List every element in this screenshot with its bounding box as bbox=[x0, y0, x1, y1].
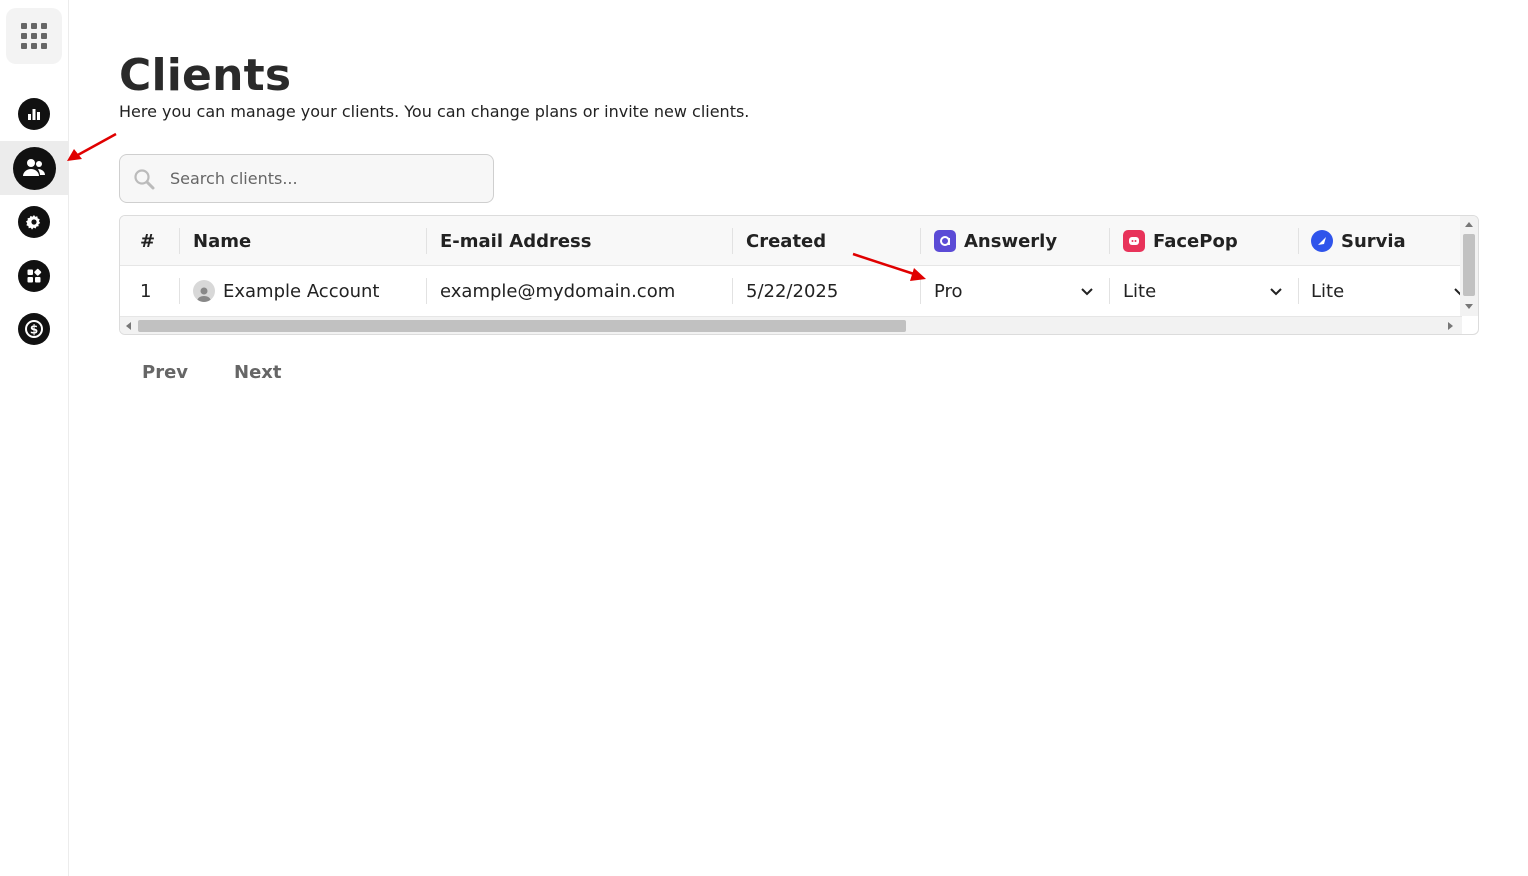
survia-plan-select[interactable]: Lite bbox=[1311, 266, 1466, 316]
answerly-label: Answerly bbox=[964, 230, 1058, 252]
facepop-plan-value: Lite bbox=[1123, 280, 1157, 302]
sidebar: $ bbox=[0, 0, 69, 876]
header-index: # bbox=[140, 230, 156, 252]
annotation-arrow-sidebar bbox=[67, 132, 117, 161]
next-button[interactable]: Next bbox=[234, 362, 282, 383]
app-launcher-button[interactable] bbox=[6, 8, 62, 64]
header-email[interactable]: E-mail Address bbox=[440, 216, 592, 266]
widgets-icon bbox=[18, 260, 50, 292]
facepop-logo-icon bbox=[1123, 230, 1145, 252]
svg-text:$: $ bbox=[30, 323, 38, 337]
vertical-scroll-thumb[interactable] bbox=[1463, 234, 1475, 296]
client-email: example@mydomain.com bbox=[440, 280, 676, 302]
search-box[interactable] bbox=[119, 154, 494, 203]
page-title: Clients bbox=[119, 50, 292, 101]
clients-table: # Name E-mail Address Created Answerly F… bbox=[119, 215, 1479, 335]
header-facepop: FacePop bbox=[1123, 216, 1238, 266]
answerly-plan-value: Pro bbox=[934, 280, 963, 302]
avatar bbox=[193, 280, 215, 302]
gear-icon bbox=[18, 206, 50, 238]
facepop-plan-select[interactable]: Lite bbox=[1123, 266, 1283, 316]
sidebar-item-apps[interactable] bbox=[0, 249, 68, 303]
survia-logo-icon bbox=[1311, 230, 1333, 252]
facepop-label: FacePop bbox=[1153, 230, 1238, 252]
vertical-scrollbar[interactable] bbox=[1460, 216, 1478, 316]
client-name: Example Account bbox=[223, 280, 380, 302]
answerly-logo-icon bbox=[934, 230, 956, 252]
sidebar-item-clients[interactable] bbox=[0, 141, 68, 195]
prev-button[interactable]: Prev bbox=[142, 362, 188, 383]
users-icon bbox=[12, 146, 56, 190]
pagination: Prev Next bbox=[142, 362, 282, 383]
header-answerly: Answerly bbox=[934, 216, 1057, 266]
bar-chart-icon bbox=[18, 98, 50, 130]
client-created: 5/22/2025 bbox=[746, 280, 839, 302]
dollar-icon: $ bbox=[18, 313, 50, 345]
grid-icon bbox=[21, 23, 47, 49]
header-survia: Survia bbox=[1311, 216, 1406, 266]
sidebar-item-settings[interactable] bbox=[0, 195, 68, 249]
horizontal-scroll-thumb[interactable] bbox=[138, 320, 906, 332]
table-header: # Name E-mail Address Created Answerly F… bbox=[120, 216, 1462, 266]
survia-label: Survia bbox=[1341, 230, 1406, 252]
answerly-plan-select[interactable]: Pro bbox=[934, 266, 1094, 316]
search-icon bbox=[134, 168, 155, 189]
header-created[interactable]: Created bbox=[746, 216, 826, 266]
table-row: 1 Example Account example@mydomain.com 5… bbox=[120, 266, 1466, 316]
chevron-down-icon bbox=[1270, 288, 1282, 296]
chevron-down-icon bbox=[1081, 288, 1093, 296]
sidebar-item-billing[interactable]: $ bbox=[0, 302, 68, 356]
survia-plan-value: Lite bbox=[1311, 280, 1345, 302]
sidebar-item-analytics[interactable] bbox=[0, 87, 68, 141]
row-index: 1 bbox=[140, 280, 152, 302]
search-input[interactable] bbox=[170, 169, 470, 188]
row-name: Example Account bbox=[193, 266, 380, 316]
header-name[interactable]: Name bbox=[193, 216, 251, 266]
horizontal-scrollbar[interactable] bbox=[120, 316, 1462, 334]
page-subtitle: Here you can manage your clients. You ca… bbox=[119, 102, 750, 121]
